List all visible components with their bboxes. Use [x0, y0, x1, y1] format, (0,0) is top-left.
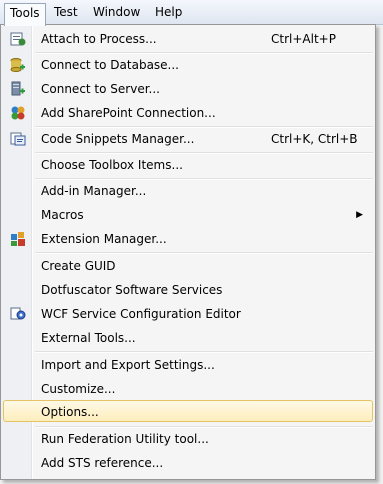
menu-item-shortcut: Ctrl+Alt+P — [271, 32, 336, 46]
menu-item-label: External Tools... — [41, 331, 136, 345]
menu-item-label: Choose Toolbox Items... — [41, 158, 183, 172]
menu-test[interactable]: Test — [49, 3, 83, 22]
menu-item-label: Create GUID — [41, 259, 116, 273]
menu-item-label: Dotfuscator Software Services — [41, 283, 223, 297]
menu-item-import-export-settings[interactable]: Import and Export Settings... — [3, 354, 373, 376]
wcf-editor-icon — [10, 307, 26, 320]
menu-item-shortcut: Ctrl+K, Ctrl+B — [271, 132, 358, 146]
menu-item-add-sts-reference[interactable]: Add STS reference... — [3, 452, 373, 474]
menu-item-macros[interactable]: Macros ▶ — [3, 204, 373, 226]
menu-item-label: Connect to Server... — [41, 82, 160, 96]
menu-item-label: Run Federation Utility tool... — [41, 432, 209, 446]
menu-item-add-in-manager[interactable]: Add-in Manager... — [3, 180, 373, 202]
menu-item-label: Import and Export Settings... — [41, 358, 215, 372]
menu-tools[interactable]: Tools — [4, 3, 46, 26]
menu-item-label: Add STS reference... — [41, 456, 164, 470]
menu-item-attach-to-process[interactable]: Attach to Process... Ctrl+Alt+P — [3, 28, 373, 50]
menu-help-label: Help — [155, 5, 183, 19]
menu-item-code-snippets-manager[interactable]: Code Snippets Manager... Ctrl+K, Ctrl+B — [3, 128, 373, 150]
menu-item-label: Macros — [41, 208, 84, 222]
menu-item-options[interactable]: Options... — [3, 400, 373, 422]
menu-test-label: Test — [54, 5, 78, 19]
menu-item-label: Connect to Database... — [41, 58, 179, 72]
menu-item-label: Add SharePoint Connection... — [41, 106, 216, 120]
menu-item-run-federation-utility[interactable]: Run Federation Utility tool... — [3, 428, 373, 450]
menu-item-add-sharepoint-connection[interactable]: Add SharePoint Connection... — [3, 102, 373, 124]
extension-manager-icon — [11, 232, 25, 246]
menu-bar: Tools Test Window Help — [0, 0, 383, 26]
separator — [35, 351, 373, 353]
menu-item-wcf-config-editor[interactable]: WCF Service Configuration Editor — [3, 303, 373, 325]
database-connect-icon — [10, 58, 25, 72]
menu-item-customize[interactable]: Customize... — [3, 378, 373, 400]
menu-item-connect-to-database[interactable]: Connect to Database... — [3, 54, 373, 76]
menu-item-label: Customize... — [41, 382, 116, 396]
menu-help[interactable]: Help — [150, 3, 187, 22]
menu-item-choose-toolbox-items[interactable]: Choose Toolbox Items... — [3, 154, 373, 176]
submenu-arrow-icon: ▶ — [356, 210, 363, 220]
menu-tools-label: Tools — [10, 6, 40, 20]
menu-window-label: Window — [93, 5, 141, 19]
separator — [35, 252, 373, 254]
menu-item-create-guid[interactable]: Create GUID — [3, 255, 373, 277]
menu-item-dotfuscator[interactable]: Dotfuscator Software Services — [3, 279, 373, 301]
menu-item-extension-manager[interactable]: Extension Manager... — [3, 228, 373, 250]
sharepoint-icon — [11, 106, 25, 120]
menu-item-label: Code Snippets Manager... — [41, 132, 195, 146]
tools-dropdown-menu: Attach to Process... Ctrl+Alt+P Connect … — [0, 24, 376, 480]
menu-item-label: Extension Manager... — [41, 232, 167, 246]
menu-item-connect-to-server[interactable]: Connect to Server... — [3, 78, 373, 100]
menu-item-external-tools[interactable]: External Tools... — [3, 327, 373, 349]
menu-window[interactable]: Window — [88, 3, 145, 22]
server-connect-icon — [11, 81, 25, 96]
menu-item-label: WCF Service Configuration Editor — [41, 307, 241, 321]
menu-item-label: Add-in Manager... — [41, 184, 147, 198]
attach-process-icon — [10, 32, 26, 46]
menu-item-label: Options... — [41, 405, 99, 419]
menu-item-label: Attach to Process... — [41, 32, 157, 46]
snippets-icon — [10, 132, 26, 146]
